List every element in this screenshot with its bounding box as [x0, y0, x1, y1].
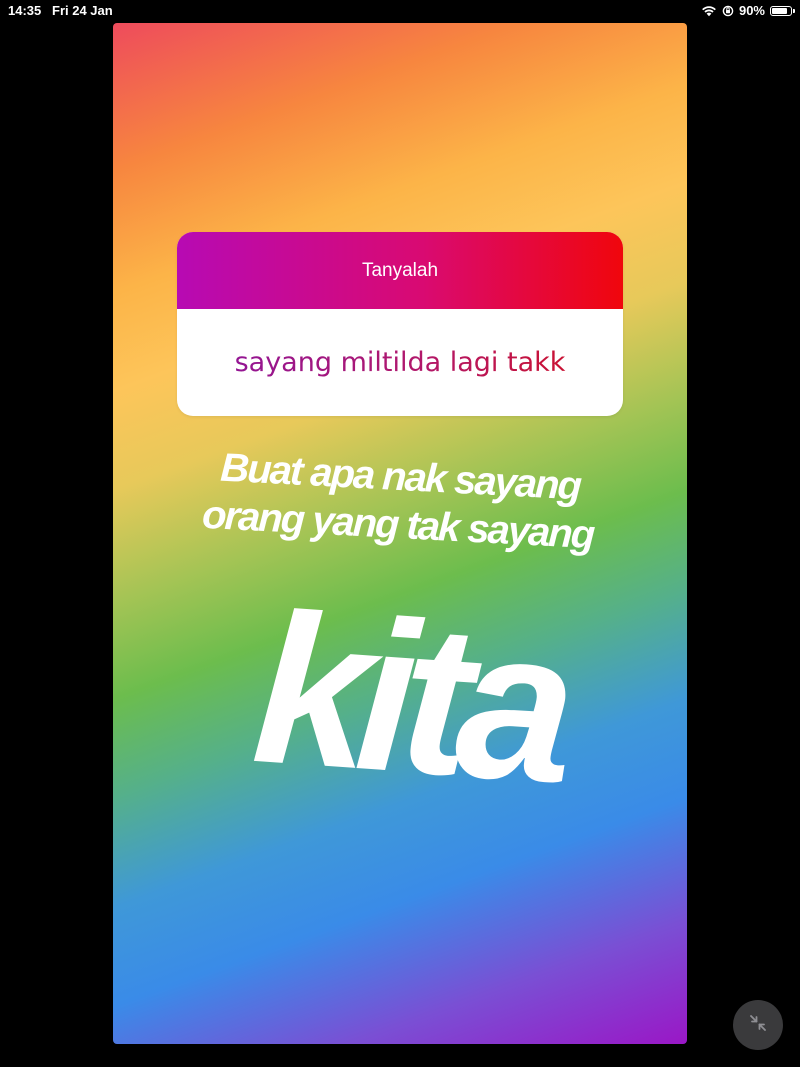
wifi-icon	[701, 5, 717, 17]
status-date: Fri 24 Jan	[52, 3, 113, 18]
battery-cap	[793, 8, 795, 13]
minimize-button[interactable]	[733, 1000, 783, 1050]
battery-icon	[770, 5, 795, 16]
orientation-lock-icon	[722, 5, 734, 17]
question-sticker[interactable]: Tanyalah sayang miltilda lagi takk	[177, 232, 623, 416]
status-time: 14:35	[8, 3, 42, 18]
story-caption: Buat apa nak sayang orang yang tak sayan…	[167, 441, 631, 561]
question-sticker-header: Tanyalah	[177, 232, 623, 309]
screen: 14:35 Fri 24 Jan 90% Tanyalah sayang mil…	[0, 0, 800, 1067]
question-sticker-answer: sayang miltilda lagi takk	[177, 309, 623, 416]
status-right-group: 90%	[701, 3, 795, 18]
story-big-word: kita	[247, 567, 569, 828]
battery-percent: 90%	[738, 3, 765, 18]
story-card[interactable]: Tanyalah sayang miltilda lagi takk Buat …	[113, 23, 687, 1044]
minimize-arrows-icon	[747, 1012, 769, 1039]
battery-level-fill	[772, 7, 787, 14]
status-bar: 14:35 Fri 24 Jan 90%	[0, 0, 800, 22]
